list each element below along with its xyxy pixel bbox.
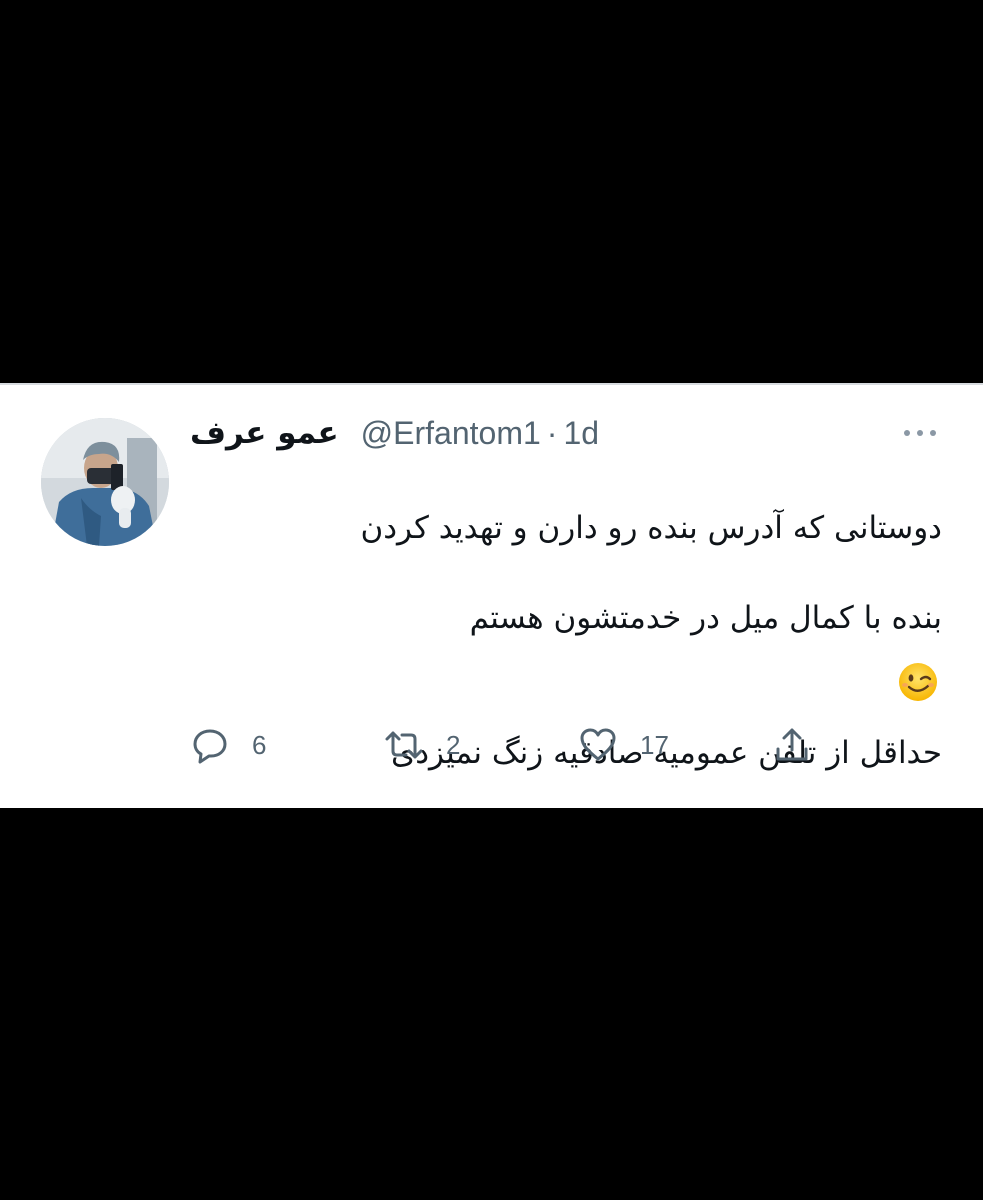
tweet-header: عمو عرف @Erfantom1 · 1d bbox=[190, 413, 599, 453]
author-handle[interactable]: @Erfantom1 bbox=[361, 415, 541, 452]
author-display-name[interactable]: عمو عرف bbox=[190, 415, 339, 451]
separator-dot: · bbox=[546, 414, 558, 451]
tweet-card[interactable]: عمو عرف @Erfantom1 · 1d دوستانی که آدرس … bbox=[0, 383, 983, 808]
avatar[interactable] bbox=[41, 418, 169, 546]
more-horizontal-icon bbox=[904, 430, 936, 436]
like-count: 17 bbox=[640, 729, 669, 760]
share-icon bbox=[776, 728, 808, 761]
divider bbox=[0, 383, 983, 385]
heart-icon bbox=[580, 728, 616, 761]
retweet-icon bbox=[385, 731, 423, 759]
retweet-button[interactable]: 2 bbox=[384, 723, 460, 767]
tweet-timestamp[interactable]: 1d bbox=[563, 415, 599, 452]
more-options-button[interactable] bbox=[900, 421, 940, 445]
tweet-text-line: بنده با کمال میل در خدمتشون هستم bbox=[469, 600, 942, 636]
like-button[interactable]: 17 bbox=[578, 723, 669, 767]
reply-icon bbox=[193, 729, 227, 764]
tweet-actions: 6 2 17 bbox=[190, 723, 830, 767]
reply-button[interactable]: 6 bbox=[190, 723, 266, 767]
retweet-count: 2 bbox=[446, 729, 461, 760]
winking-face-emoji bbox=[899, 663, 937, 701]
reply-count: 6 bbox=[252, 729, 267, 760]
tweet-text: دوستانی که آدرس بنده رو دارن و تهدید کرد… bbox=[270, 461, 942, 821]
share-button[interactable] bbox=[772, 723, 812, 767]
tweet-text-line: دوستانی که آدرس بنده رو دارن و تهدید کرد… bbox=[360, 510, 942, 546]
